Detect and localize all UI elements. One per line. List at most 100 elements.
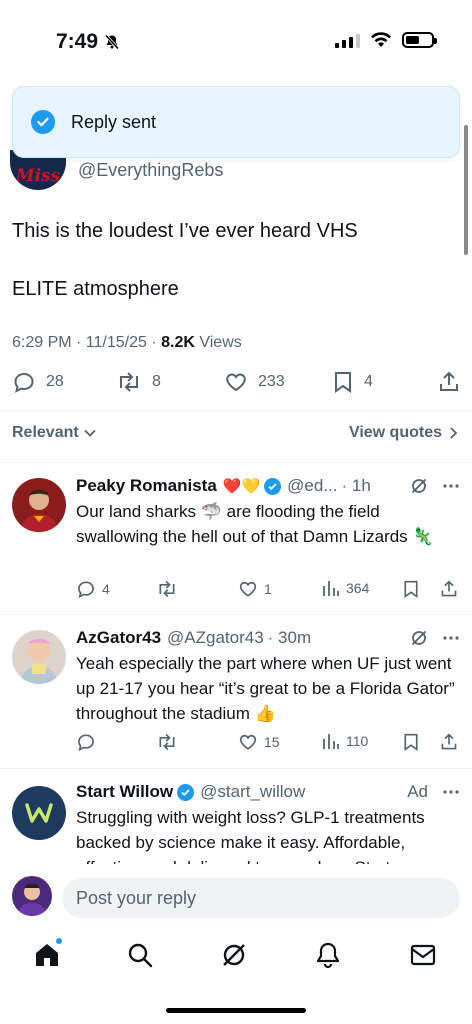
heart-icon: [226, 373, 246, 392]
reply-input[interactable]: Post your reply: [62, 878, 460, 918]
bell-icon: [316, 942, 340, 969]
post-views-count: 8.2K: [161, 334, 195, 351]
reply-text: Our land sharks 🦈 are flooding the field…: [76, 502, 434, 546]
mail-icon: [410, 944, 436, 966]
post-meta: 6:29 PM · 11/15/25 · 8.2K Views: [12, 334, 242, 352]
repost-button[interactable]: 8: [116, 370, 161, 394]
bottom-tab-bar: [0, 930, 472, 982]
post-views-label: Views: [194, 334, 242, 351]
post-actions: 28 8 233 4: [0, 370, 472, 400]
reply-icon: [14, 372, 34, 393]
like-button[interactable]: 15: [238, 732, 280, 752]
bookmark-icon: [335, 372, 351, 393]
reply-text: Yeah especially the part where when UF j…: [76, 654, 455, 723]
status-icons: [335, 32, 437, 48]
tab-messages[interactable]: [408, 940, 438, 970]
name-emojis: ❤️💛: [222, 478, 261, 495]
share-button[interactable]: [440, 579, 458, 599]
avatar[interactable]: [12, 630, 66, 684]
bookmark-button[interactable]: [402, 579, 420, 599]
more-options-icon[interactable]: [442, 789, 460, 795]
repost-icon: [159, 580, 175, 598]
silent-bell-icon: [104, 34, 120, 50]
status-bar: 7:49: [0, 0, 472, 90]
grok-icon[interactable]: [410, 477, 428, 495]
views-button[interactable]: 110: [322, 732, 368, 750]
bookmark-icon: [404, 733, 418, 751]
reply-icon: [78, 734, 94, 752]
ad-author-handle[interactable]: @start_willow: [200, 782, 305, 802]
tab-notifications[interactable]: [313, 940, 343, 970]
logo-text: Miss: [15, 166, 61, 186]
home-indicator[interactable]: [166, 1008, 306, 1013]
ad-author-name[interactable]: Start Willow: [76, 782, 173, 802]
post-text-line-2: ELITE atmosphere: [12, 278, 179, 300]
reply-author-handle[interactable]: @AZgator43: [167, 628, 264, 648]
like-count: 15: [264, 734, 280, 750]
tab-search[interactable]: [125, 940, 155, 970]
battery-icon: [402, 32, 437, 48]
ad-text: Struggling with weight loss? GLP-1 treat…: [76, 808, 425, 864]
reply-time: · 30m: [267, 628, 312, 647]
scrollbar[interactable]: [464, 125, 468, 255]
bookmark-button[interactable]: [402, 732, 420, 752]
author-handle[interactable]: @EverythingRebs: [78, 160, 223, 181]
like-button[interactable]: 233: [224, 370, 285, 394]
share-button[interactable]: [440, 732, 458, 752]
avatar[interactable]: [12, 478, 66, 532]
compose-bar: Post your reply: [0, 868, 472, 928]
reply-count: 28: [46, 373, 64, 390]
share-button[interactable]: [438, 370, 460, 394]
post-timestamp: 6:29 PM · 11/15/25 ·: [12, 334, 162, 351]
bookmark-icon: [404, 580, 418, 598]
share-icon: [440, 371, 458, 391]
tab-home[interactable]: [32, 938, 62, 970]
reply-count: 4: [102, 581, 110, 597]
post-text-line-1: This is the loudest I’ve ever heard VHS: [12, 220, 358, 242]
bookmark-button[interactable]: 4: [332, 370, 373, 394]
like-button[interactable]: 1: [238, 579, 272, 599]
ad-item[interactable]: Start Willow @start_willow Ad Struggling…: [0, 768, 472, 864]
reply-author-handle[interactable]: @ed...: [287, 476, 337, 496]
reply-author-name[interactable]: Peaky Romanista: [76, 476, 217, 496]
grok-icon[interactable]: [410, 629, 428, 647]
my-avatar[interactable]: [12, 876, 52, 916]
view-count: 110: [346, 733, 369, 749]
sort-row: Relevant View quotes: [12, 424, 460, 442]
reply-button[interactable]: 28: [12, 370, 64, 394]
relevant-sort-dropdown[interactable]: Relevant: [12, 424, 97, 442]
reply-item[interactable]: AzGator43 @AZgator43 · 30m Yeah especial…: [0, 614, 472, 764]
clock: 7:49: [56, 30, 99, 53]
reply-header: Peaky Romanista ❤️💛 @ed... · 1h: [76, 476, 460, 496]
repost-button[interactable]: [156, 579, 178, 599]
reply-actions: 4 1 364: [76, 579, 460, 603]
view-quotes-link[interactable]: View quotes: [349, 424, 460, 442]
reply-icon: [78, 581, 94, 599]
repost-icon: [159, 733, 175, 751]
chevron-right-icon: [450, 427, 458, 439]
repost-icon: [120, 372, 138, 392]
reply-time: · 1h: [341, 476, 371, 495]
cellular-signal-icon: [335, 32, 360, 48]
bar-chart-icon: [323, 734, 339, 749]
tab-grok[interactable]: [219, 940, 249, 970]
more-options-icon[interactable]: [442, 483, 460, 489]
reply-sent-toast[interactable]: Reply sent: [12, 86, 460, 158]
reply-button[interactable]: [76, 732, 96, 752]
chevron-down-icon: [84, 429, 96, 437]
repost-count: 8: [152, 373, 161, 390]
verified-badge-icon: [177, 783, 195, 801]
reply-button[interactable]: 4: [76, 579, 110, 599]
heart-icon: [239, 581, 257, 597]
notification-dot: [56, 938, 62, 944]
reply-item[interactable]: Peaky Romanista ❤️💛 @ed... · 1h Our land…: [0, 462, 472, 612]
reply-author-name[interactable]: AzGator43: [76, 628, 161, 648]
views-button[interactable]: 364: [322, 579, 369, 597]
like-count: 233: [258, 373, 285, 390]
repost-button[interactable]: [156, 732, 178, 752]
like-count: 1: [264, 581, 272, 597]
verified-badge-icon: [264, 477, 282, 495]
more-options-icon[interactable]: [442, 635, 460, 641]
home-icon: [36, 944, 58, 966]
avatar[interactable]: [12, 786, 66, 840]
